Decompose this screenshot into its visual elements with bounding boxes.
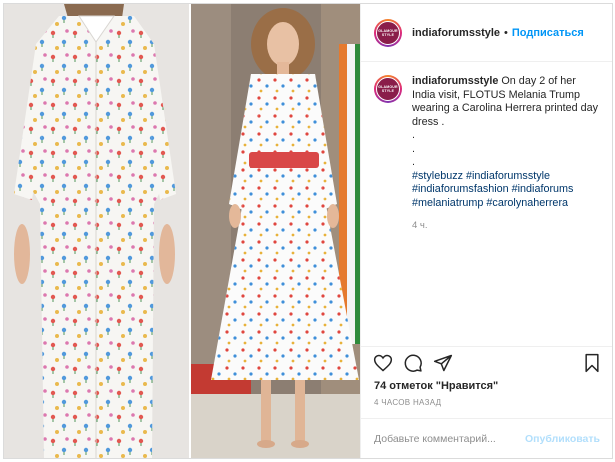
avatar-logo: GLAMOUR STYLE	[376, 77, 400, 101]
hashtag-list: #stylebuzz #indiaforumsstyle #indiaforum…	[412, 170, 602, 211]
hashtag-link[interactable]: #indiaforumsfashion	[412, 183, 509, 195]
follow-button[interactable]: Подписаться	[512, 27, 584, 39]
add-comment-bar: Опубликовать	[361, 418, 612, 458]
share-icon[interactable]	[433, 353, 453, 373]
avatar-text-line2: STYLE	[381, 32, 395, 37]
hashtag-link[interactable]: #stylebuzz	[412, 170, 463, 182]
caption-timestamp[interactable]: 4 ч.	[412, 219, 602, 233]
post-header: GLAMOUR STYLE indiaforumsstyle • Подписа…	[361, 4, 612, 62]
post-caption: indiaforumsstyle On day 2 of her India v…	[412, 75, 602, 233]
avatar[interactable]: GLAMOUR STYLE	[374, 18, 402, 47]
bookmark-icon[interactable]	[582, 353, 602, 373]
post-side-panel: GLAMOUR STYLE indiaforumsstyle • Подписа…	[360, 4, 612, 458]
posted-time[interactable]: 4 часов назад	[361, 394, 612, 418]
action-bar	[361, 346, 612, 378]
product-photo	[4, 4, 189, 458]
header-dot: •	[504, 26, 508, 39]
caption-dot: .	[412, 156, 415, 168]
hashtag-link[interactable]: #indiaforumsstyle	[466, 170, 550, 182]
comments-section: GLAMOUR STYLE indiaforumsstyle On day 2 …	[361, 62, 612, 346]
instagram-post: GLAMOUR STYLE indiaforumsstyle • Подписа…	[3, 3, 613, 459]
heart-icon[interactable]	[373, 353, 393, 373]
hashtag-link[interactable]: #indiaforums	[512, 183, 574, 195]
caption-username[interactable]: indiaforumsstyle	[412, 75, 498, 87]
hashtag-link[interactable]: #melaniatrump	[412, 197, 483, 209]
caption-dot: .	[412, 129, 415, 141]
publish-button[interactable]: Опубликовать	[525, 433, 600, 445]
comment-icon[interactable]	[403, 353, 423, 373]
likes-count[interactable]: 74 отметок "Нравится"	[361, 378, 612, 394]
caption-avatar[interactable]: GLAMOUR STYLE	[374, 75, 402, 103]
avatar-logo: GLAMOUR STYLE	[376, 20, 400, 45]
header-username[interactable]: indiaforumsstyle	[412, 27, 500, 39]
avatar-text-line2: STYLE	[381, 89, 395, 93]
post-image[interactable]	[4, 4, 360, 458]
comment-input[interactable]	[374, 432, 526, 445]
event-photo	[191, 4, 360, 458]
caption-dot: .	[412, 142, 415, 155]
hashtag-link[interactable]: #carolynaherrera	[486, 197, 568, 209]
